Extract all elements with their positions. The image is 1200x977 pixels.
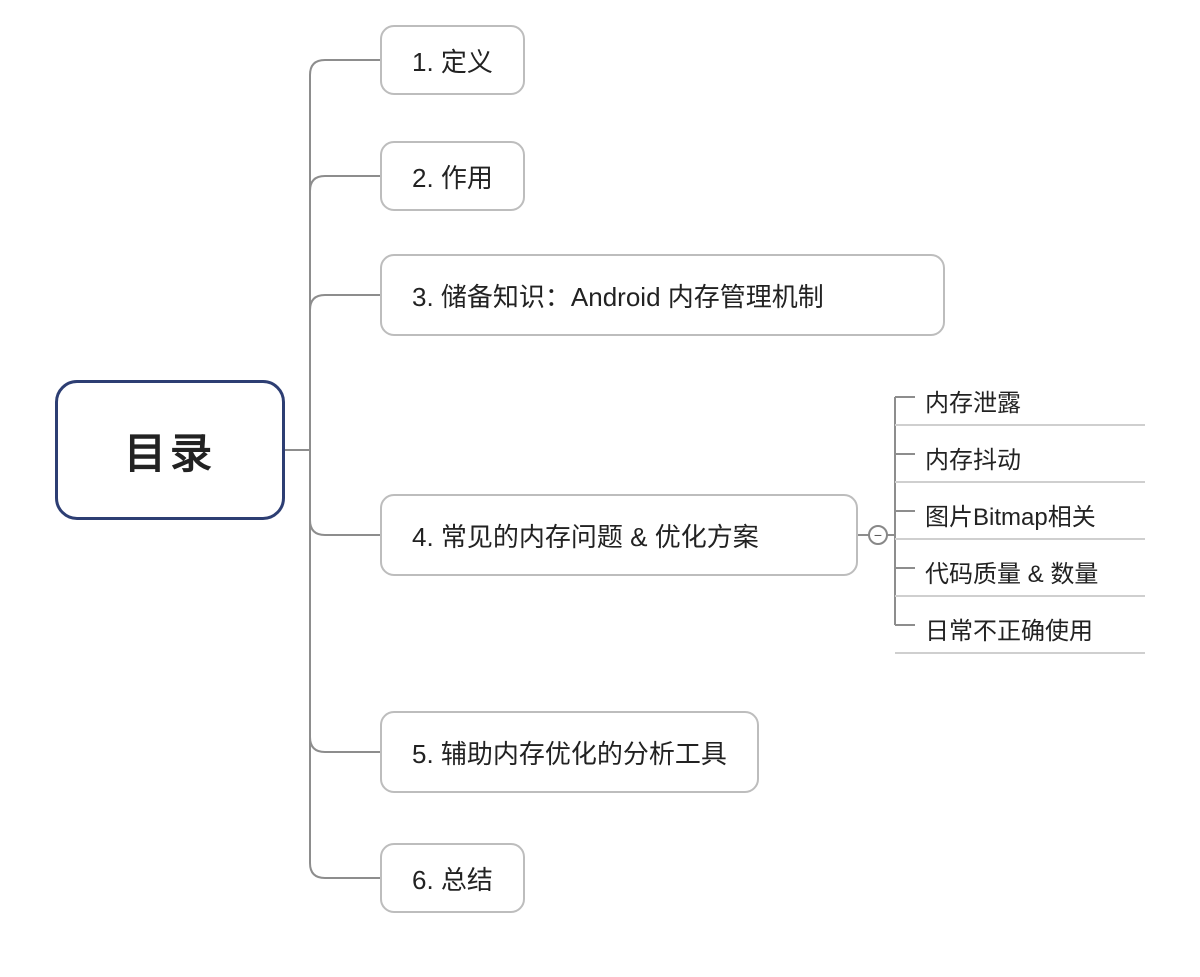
collapse-toggle-icon[interactable]: − bbox=[868, 525, 888, 545]
leaf-bitmap[interactable]: 图片Bitmap相关 bbox=[925, 497, 1096, 532]
toggle-glyph: − bbox=[874, 527, 882, 543]
node-2-label: 2. 作用 bbox=[412, 158, 493, 195]
node-3-prerequisite-knowledge[interactable]: 3. 储备知识：Android 内存管理机制 bbox=[380, 254, 945, 336]
leaf-memory-churn[interactable]: 内存抖动 bbox=[925, 440, 1021, 475]
leaf-code-quality[interactable]: 代码质量 & 数量 bbox=[925, 554, 1098, 589]
leaf-incorrect-usage[interactable]: 日常不正确使用 bbox=[925, 611, 1093, 646]
leaf-memory-leak[interactable]: 内存泄露 bbox=[925, 383, 1021, 418]
leaf-2-label: 内存抖动 bbox=[925, 447, 1021, 474]
node-5-label: 5. 辅助内存优化的分析工具 bbox=[412, 734, 727, 771]
node-2-function[interactable]: 2. 作用 bbox=[380, 141, 525, 211]
root-node[interactable]: 目录 bbox=[55, 380, 285, 520]
node-6-label: 6. 总结 bbox=[412, 860, 493, 897]
node-5-analysis-tools[interactable]: 5. 辅助内存优化的分析工具 bbox=[380, 711, 759, 793]
node-4-memory-problems[interactable]: 4. 常见的内存问题 & 优化方案 bbox=[380, 494, 858, 576]
node-3-label: 3. 储备知识：Android 内存管理机制 bbox=[412, 277, 824, 314]
leaf-3-label: 图片Bitmap相关 bbox=[925, 504, 1096, 531]
node-1-definition[interactable]: 1. 定义 bbox=[380, 25, 525, 95]
leaf-5-label: 日常不正确使用 bbox=[925, 618, 1093, 645]
node-1-label: 1. 定义 bbox=[412, 42, 493, 79]
root-label: 目录 bbox=[124, 420, 216, 481]
leaf-1-label: 内存泄露 bbox=[925, 390, 1021, 417]
node-6-summary[interactable]: 6. 总结 bbox=[380, 843, 525, 913]
leaf-4-label: 代码质量 & 数量 bbox=[925, 561, 1098, 588]
node-4-label: 4. 常见的内存问题 & 优化方案 bbox=[412, 517, 759, 554]
